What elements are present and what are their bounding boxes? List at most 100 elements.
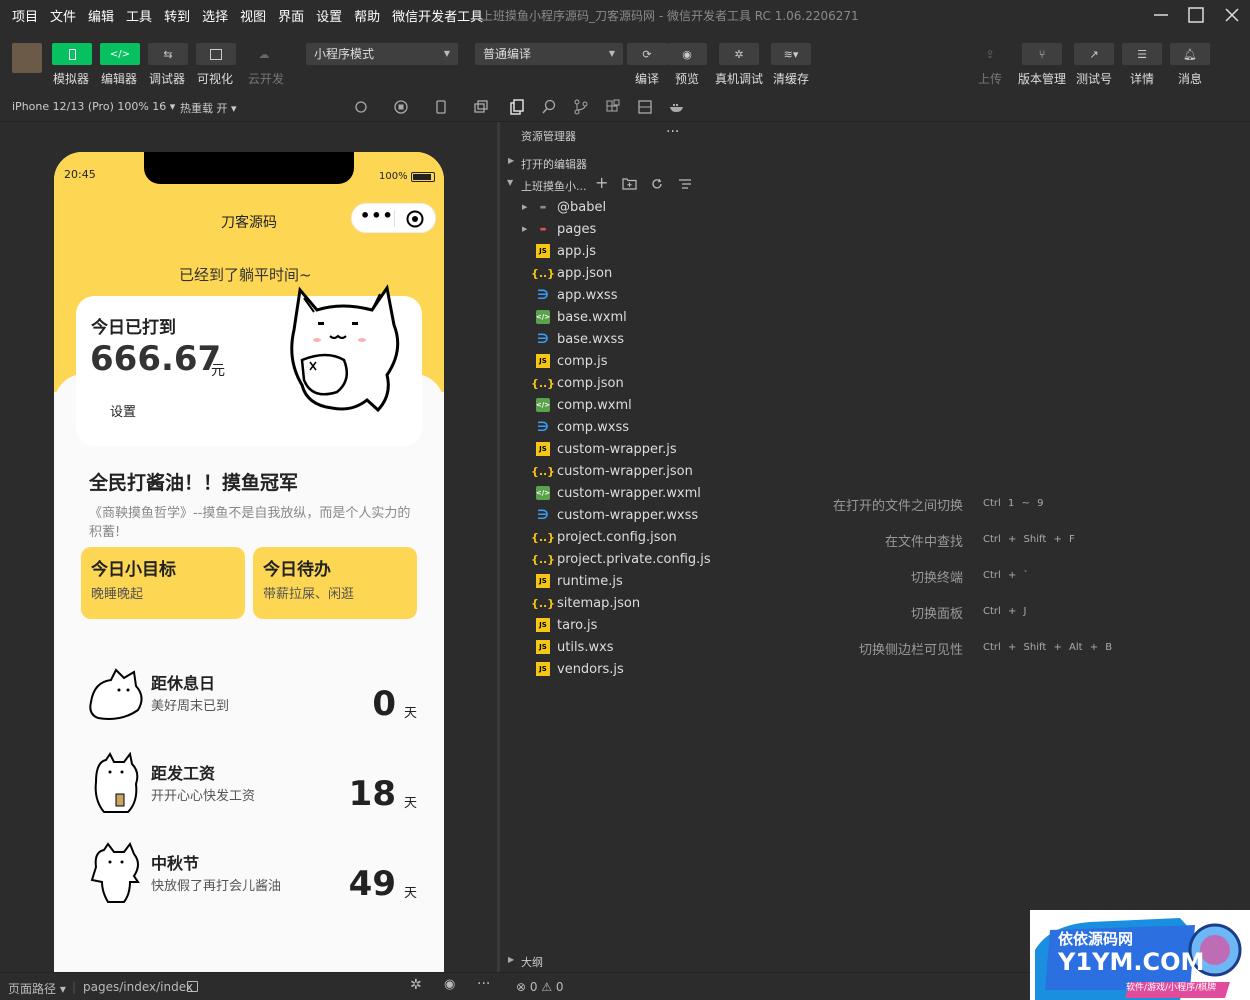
preview-button[interactable]: ◉	[667, 43, 707, 65]
clear-cache-button[interactable]: ≋▾	[771, 43, 811, 65]
compile-button[interactable]: ⟳	[627, 43, 667, 65]
file-item[interactable]: ∋ base.wxss	[536, 328, 716, 350]
file-name: base.wxss	[557, 331, 624, 347]
new-folder-icon[interactable]	[622, 177, 637, 190]
chevron-right-icon[interactable]: ▶	[522, 203, 527, 211]
refresh-icon[interactable]	[650, 177, 664, 191]
search-icon[interactable]	[540, 98, 558, 116]
simulator-toggle[interactable]	[52, 43, 92, 65]
editor-toggle[interactable]: </>	[100, 43, 140, 65]
menu-item-settings[interactable]: 设置	[316, 6, 342, 25]
chevron-right-icon[interactable]: ▶	[508, 955, 514, 964]
file-item[interactable]: ∋ custom-wrapper.wxss	[536, 504, 716, 526]
close-mini-program-icon[interactable]	[405, 209, 425, 229]
chevron-right-icon[interactable]: ▶	[508, 156, 514, 165]
goal-card[interactable]: 今日小目标 晚睡晚起	[81, 547, 245, 619]
minimize-icon[interactable]	[1150, 4, 1172, 26]
file-item[interactable]: </> custom-wrapper.wxml	[536, 482, 716, 504]
test-account-button[interactable]: ↗	[1074, 43, 1114, 65]
shortcut-label: 切换侧边栏可见性	[858, 643, 963, 658]
new-file-icon[interactable]: +	[595, 173, 608, 192]
project-header[interactable]: 上班摸鱼小...	[521, 178, 587, 194]
file-item[interactable]: {..} app.json	[531, 262, 716, 284]
messages-button[interactable]: 🔔︎	[1170, 43, 1210, 65]
panel-icon[interactable]	[636, 98, 654, 116]
cloud-toggle[interactable]: ☁	[244, 43, 284, 65]
version-button[interactable]: ⑂	[1022, 43, 1062, 65]
file-item[interactable]: JS custom-wrapper.js	[536, 438, 716, 460]
menu-item-edit[interactable]: 编辑	[88, 6, 114, 25]
more-icon[interactable]: ···	[477, 976, 490, 992]
menu-item-file[interactable]: 文件	[50, 6, 76, 25]
details-button[interactable]: ☰	[1122, 43, 1162, 65]
docker-icon[interactable]	[668, 98, 686, 116]
maximize-icon[interactable]	[1185, 4, 1207, 26]
windows-icon[interactable]	[472, 98, 490, 116]
file-item[interactable]: {..} project.config.json	[531, 526, 716, 548]
settings-link[interactable]: 设置	[110, 401, 136, 420]
pages-folder-icon: ▬	[539, 225, 547, 233]
extensions-icon[interactable]	[604, 98, 622, 116]
close-icon[interactable]	[1221, 4, 1243, 26]
file-name: app.wxss	[557, 287, 618, 303]
more-icon[interactable]: ···	[666, 124, 679, 140]
capsule-menu[interactable]: •••	[351, 203, 436, 233]
mode-select[interactable]: 小程序模式 ▼	[306, 43, 458, 65]
debugger-toggle[interactable]: ⇆	[148, 43, 188, 65]
eye-icon[interactable]: ◉	[444, 977, 455, 992]
menu-item-tools[interactable]: 工具	[126, 6, 152, 25]
chevron-down-icon[interactable]: ▼	[507, 178, 513, 187]
problems-count[interactable]: ⊗ 0 ⚠ 0	[516, 980, 564, 994]
rotate-icon[interactable]	[352, 98, 370, 116]
device-select[interactable]: iPhone 12/13 (Pro) 100% 16 ▾	[12, 100, 175, 113]
file-item[interactable]: {..} comp.json	[531, 372, 716, 394]
file-item[interactable]: {..} custom-wrapper.json	[531, 460, 716, 482]
visual-toggle[interactable]	[196, 43, 236, 65]
compile-select[interactable]: 普通编译 ▼	[475, 43, 623, 65]
file-item[interactable]: </> base.wxml	[536, 306, 716, 328]
menu-item-project[interactable]: 项目	[12, 6, 38, 25]
menu-item-help[interactable]: 帮助	[354, 6, 380, 25]
menu-item-select[interactable]: 选择	[202, 6, 228, 25]
layers-icon: ≋▾	[783, 47, 799, 61]
phone-icon[interactable]	[432, 98, 450, 116]
stop-icon[interactable]	[392, 98, 410, 116]
file-item[interactable]: JS app.js	[536, 240, 716, 262]
wxml-file-icon: </>	[536, 486, 550, 500]
hot-reload-select[interactable]: 热重载 开 ▾	[180, 100, 237, 116]
collapse-all-icon[interactable]	[678, 178, 692, 190]
remote-debug-button[interactable]: ✲	[719, 43, 759, 65]
file-item[interactable]: JS utils.wxs	[536, 636, 716, 658]
open-editors-header[interactable]: 打开的编辑器	[521, 156, 587, 172]
file-item[interactable]: ▶ ▬ @babel	[522, 196, 716, 218]
file-item[interactable]: JS comp.js	[536, 350, 716, 372]
menu-item-devtools[interactable]: 微信开发者工具	[392, 6, 483, 25]
avatar[interactable]	[12, 43, 42, 73]
file-item[interactable]: JS vendors.js	[536, 658, 716, 680]
menu-item-view[interactable]: 视图	[240, 6, 266, 25]
menu-item-interface[interactable]: 界面	[278, 6, 304, 25]
more-icon[interactable]: •••	[360, 206, 394, 225]
menu-item-goto[interactable]: 转到	[164, 6, 190, 25]
file-item[interactable]: JS runtime.js	[536, 570, 716, 592]
page-path-select[interactable]: 页面路径 ▾	[8, 980, 66, 997]
file-item[interactable]: {..} sitemap.json	[530, 592, 716, 614]
chevron-right-icon[interactable]: ▶	[522, 225, 527, 233]
file-item[interactable]: {..} project.private.config.js...	[531, 548, 723, 570]
debug-icon[interactable]: ✲	[410, 977, 422, 993]
file-item[interactable]: JS taro.js	[536, 614, 716, 636]
file-item[interactable]: ∋ app.wxss	[536, 284, 716, 306]
json-file-icon: {..}	[530, 596, 556, 610]
copy-icon[interactable]	[187, 981, 198, 992]
file-item[interactable]: </> comp.wxml	[536, 394, 716, 416]
shortcut-keys: Ctrl + Shift + F	[983, 534, 1075, 545]
git-icon[interactable]	[572, 98, 590, 116]
file-item[interactable]: ▶ ▬ pages	[522, 218, 716, 240]
menu-icon: ☰	[1137, 47, 1147, 61]
file-item[interactable]: ∋ comp.wxss	[536, 416, 716, 438]
phone-notch	[144, 152, 354, 184]
upload-button[interactable]: ⇪	[970, 43, 1010, 65]
files-icon[interactable]	[508, 98, 526, 116]
outline-header[interactable]: 大纲	[521, 954, 543, 970]
todo-card[interactable]: 今日待办 带薪拉屎、闲逛	[253, 547, 417, 619]
